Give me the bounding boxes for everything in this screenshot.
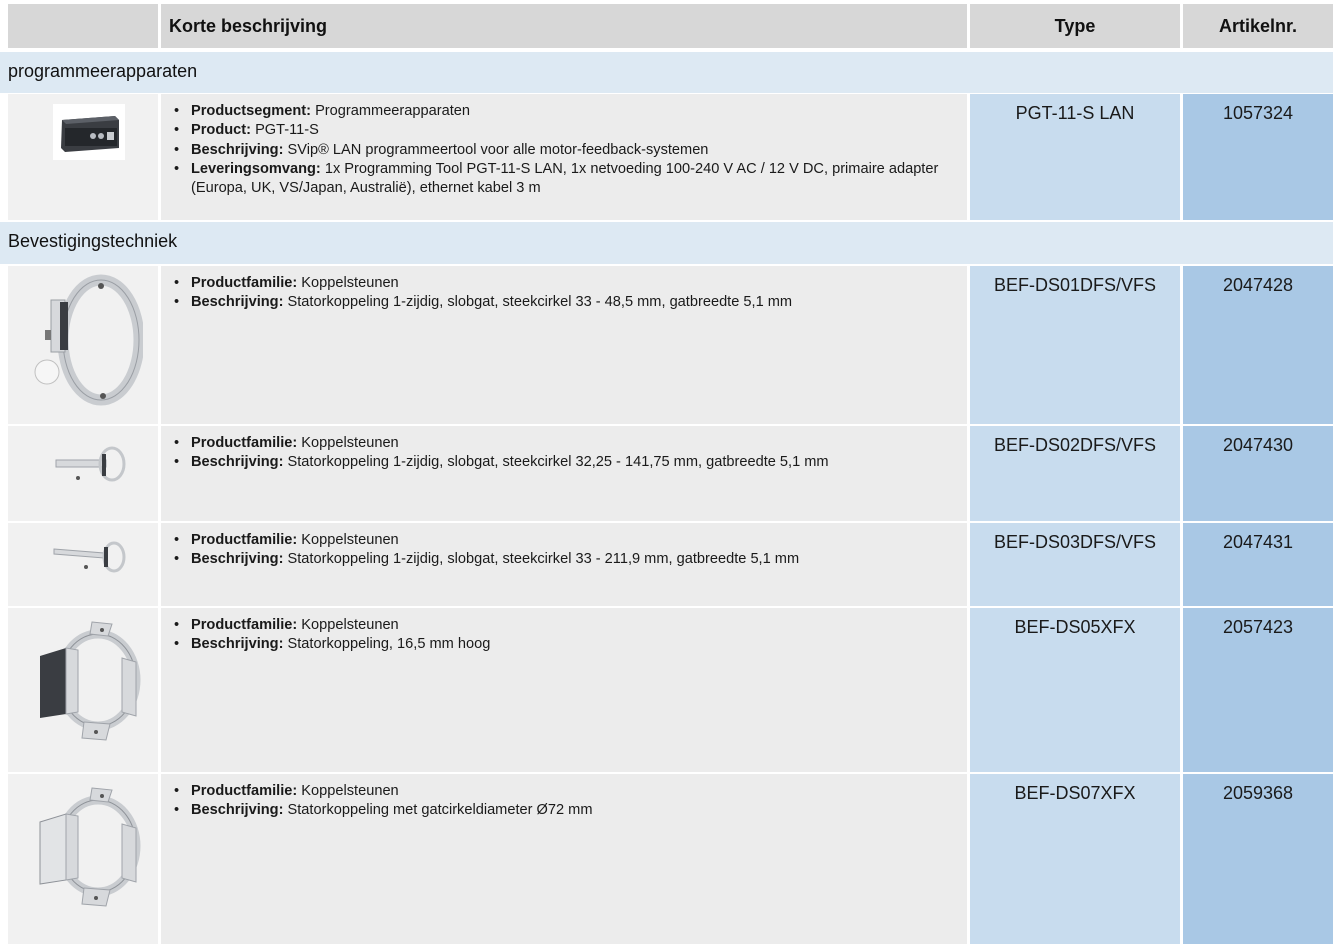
article-value: 2059368 [1222,783,1294,803]
article-cell: 1057324 [1183,94,1333,220]
header-article: Artikelnr. [1218,16,1298,36]
article-cell: 2057423 [1183,608,1333,772]
bullet-item: Productfamilie: Koppelsteunen [174,782,959,802]
bullet-item: Beschrijving: Statorkoppeling 1-zijdig, … [174,293,959,313]
description-cell: Productfamilie: Koppelsteunen Beschrijvi… [161,426,967,521]
article-cell: 2047428 [1183,266,1333,424]
type-cell: BEF-DS03DFS/VFS [970,523,1180,606]
bullet-item: Productfamilie: Koppelsteunen [174,616,959,636]
category-row: programmeerapparaten [0,52,1333,93]
bullet-item: Product: PGT-11-S [174,121,959,141]
programming-tool-icon [53,104,125,160]
bullet-item: Beschrijving: Statorkoppeling 1-zijdig, … [174,550,959,570]
bullet-item: Beschrijving: SVip® LAN programmeertool … [174,141,959,161]
category-label: Bevestigingstechniek [8,231,178,251]
article-value: 1057324 [1222,103,1294,123]
table-row: Productfamilie: Koppelsteunen Beschrijvi… [0,608,1333,772]
type-cell: BEF-DS07XFX [970,774,1180,944]
bullet-item: Beschrijving: Statorkoppeling 1-zijdig, … [174,453,959,473]
bullet-item: Beschrijving: Statorkoppeling met gatcir… [174,801,959,821]
table-row: Productfamilie: Koppelsteunen Beschrijvi… [0,774,1333,944]
arm-bracket-icon [55,446,126,482]
header-type: Type [1054,16,1096,36]
type-cell: BEF-DS05XFX [970,608,1180,772]
image-cell [8,426,158,521]
type-cell: BEF-DS02DFS/VFS [970,426,1180,521]
table-row: Productfamilie: Koppelsteunen Beschrijvi… [0,523,1333,606]
header-type-cell: Type [970,4,1180,48]
type-value: BEF-DS05XFX [1014,617,1136,637]
long-arm-bracket-icon [53,541,126,573]
bullet-item: Productsegment: Programmeerapparaten [174,102,959,122]
description-cell: Productfamilie: Koppelsteunen Beschrijvi… [161,608,967,772]
image-cell [8,608,158,772]
article-value: 2047428 [1222,275,1294,295]
image-cell [8,266,158,424]
bent-bracket-icon [39,787,141,907]
ring-bracket-icon [34,274,143,406]
bullet-item: Productfamilie: Koppelsteunen [174,274,959,294]
article-cell: 2047431 [1183,523,1333,606]
article-value: 2047430 [1222,435,1294,455]
article-cell: 2059368 [1183,774,1333,944]
product-table: Korte beschrijving Type Artikelnr. progr… [0,0,1333,944]
description-cell: Productsegment: Programmeerapparaten Pro… [161,94,967,220]
image-cell [8,94,158,220]
category-label: programmeerapparaten [8,61,198,81]
header-image-cell [8,4,158,48]
type-value: BEF-DS03DFS/VFS [993,532,1157,552]
bullet-item: Productfamilie: Koppelsteunen [174,434,959,454]
header-description-cell: Korte beschrijving [161,4,967,48]
description-cell: Productfamilie: Koppelsteunen Beschrijvi… [161,523,967,606]
header-description: Korte beschrijving [169,16,328,36]
image-cell [8,774,158,944]
type-value: BEF-DS02DFS/VFS [993,435,1157,455]
article-cell: 2047430 [1183,426,1333,521]
bent-bracket-icon [40,621,141,741]
type-cell: PGT-11-S LAN [970,94,1180,220]
description-cell: Productfamilie: Koppelsteunen Beschrijvi… [161,266,967,424]
header-article-cell: Artikelnr. [1183,4,1333,48]
table-header: Korte beschrijving Type Artikelnr. [0,4,1333,48]
description-cell: Productfamilie: Koppelsteunen Beschrijvi… [161,774,967,944]
type-cell: BEF-DS01DFS/VFS [970,266,1180,424]
image-cell [8,523,158,606]
article-value: 2057423 [1222,617,1294,637]
table-row: Productfamilie: Koppelsteunen Beschrijvi… [0,426,1333,521]
article-value: 2047431 [1222,532,1294,552]
table-row: Productsegment: Programmeerapparaten Pro… [0,94,1333,220]
bullet-item: Productfamilie: Koppelsteunen [174,531,959,551]
type-value: BEF-DS07XFX [1014,783,1136,803]
bullet-item: Leveringsomvang: 1x Programming Tool PGT… [174,160,959,199]
category-row: Bevestigingstechniek [0,222,1333,264]
type-value: BEF-DS01DFS/VFS [993,275,1157,295]
type-value: PGT-11-S LAN [1015,103,1135,123]
table-row: Productfamilie: Koppelsteunen Beschrijvi… [0,266,1333,424]
bullet-item: Beschrijving: Statorkoppeling, 16,5 mm h… [174,635,959,655]
